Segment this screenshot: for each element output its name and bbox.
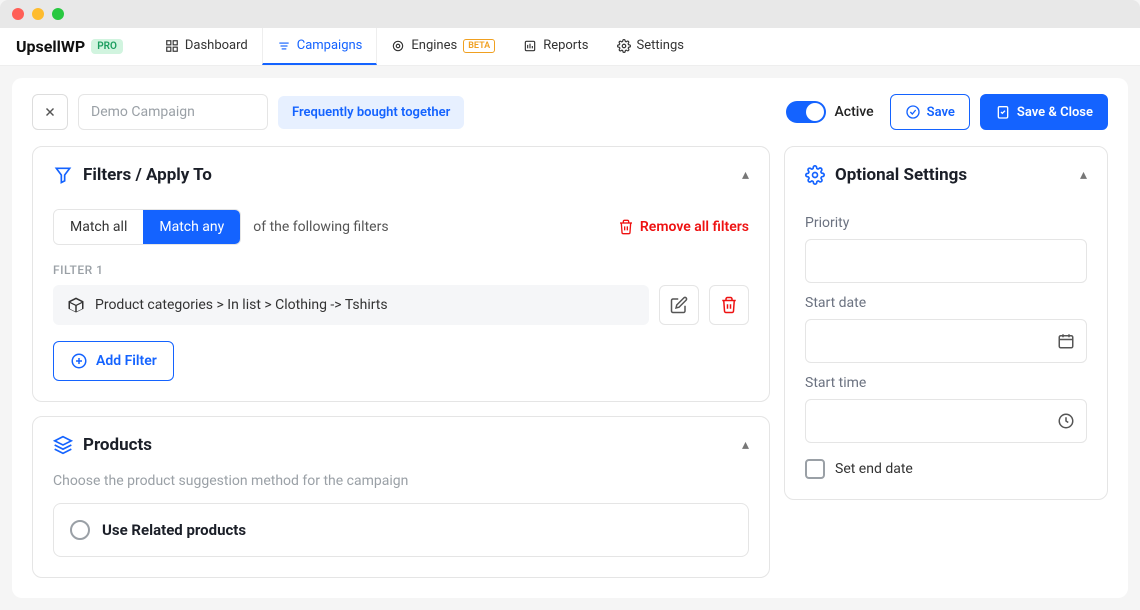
match-any-button[interactable]: Match any [143, 210, 240, 244]
delete-filter-button[interactable] [709, 285, 749, 325]
save-button-label: Save [927, 105, 955, 120]
clock-icon[interactable] [1057, 412, 1075, 430]
settings-gear-icon [617, 39, 631, 53]
nav-settings-label: Settings [637, 38, 684, 53]
add-filter-button[interactable]: Add Filter [53, 341, 174, 381]
start-date-input[interactable] [805, 319, 1087, 363]
products-card: Products ▴ Choose the product suggestion… [32, 416, 770, 578]
collapse-products[interactable]: ▴ [742, 437, 749, 453]
edit-filter-button[interactable] [659, 285, 699, 325]
traffic-minimize[interactable] [32, 8, 44, 20]
nav-reports-label: Reports [543, 38, 588, 53]
products-hint: Choose the product suggestion method for… [53, 473, 749, 489]
edit-icon [670, 296, 688, 314]
campaign-name-input[interactable] [78, 94, 268, 130]
radio-related-label: Use Related products [102, 521, 246, 539]
main-nav: Dashboard Campaigns Engines BETA Reports… [151, 28, 698, 65]
active-toggle-label: Active [834, 104, 873, 120]
filter-chip-text: Product categories > In list > Clothing … [95, 297, 388, 313]
filters-card: Filters / Apply To ▴ Match all Match any… [32, 146, 770, 402]
check-circle-icon [905, 104, 921, 120]
save-button[interactable]: Save [890, 94, 970, 130]
add-filter-label: Add Filter [96, 353, 157, 369]
nav-campaigns[interactable]: Campaigns [262, 28, 378, 65]
remove-all-filters[interactable]: Remove all filters [618, 219, 749, 235]
reports-icon [523, 39, 537, 53]
campaign-header: Frequently bought together Active Save S… [12, 78, 1128, 146]
remove-all-label: Remove all filters [640, 219, 749, 235]
nav-engines-label: Engines [411, 38, 457, 53]
active-toggle-wrap: Active [786, 101, 873, 123]
match-segmented: Match all Match any [53, 209, 241, 245]
filter-icon [53, 165, 73, 185]
priority-input[interactable] [805, 239, 1087, 283]
window-chrome [0, 0, 1140, 28]
brand-name: UpsellWP [16, 37, 85, 56]
pro-badge: PRO [91, 39, 123, 54]
filters-title: Filters / Apply To [83, 165, 732, 185]
traffic-close[interactable] [12, 8, 24, 20]
active-toggle[interactable] [786, 101, 826, 123]
priority-label: Priority [805, 215, 1087, 231]
engines-icon [391, 39, 405, 53]
nav-campaigns-label: Campaigns [297, 38, 363, 53]
trash-icon [618, 219, 634, 235]
clipboard-check-icon [995, 104, 1011, 120]
box-icon [67, 296, 85, 314]
close-icon [43, 105, 57, 119]
brand: UpsellWP PRO [16, 37, 123, 56]
package-icon [53, 435, 73, 455]
match-suffix-text: of the following filters [253, 219, 388, 235]
dashboard-icon [165, 39, 179, 53]
start-time-label: Start time [805, 375, 1087, 391]
filter-1-label: FILTER 1 [53, 263, 749, 277]
nav-dashboard[interactable]: Dashboard [151, 28, 262, 65]
start-time-input[interactable] [805, 399, 1087, 443]
filter-chip-1: Product categories > In list > Clothing … [53, 285, 649, 325]
plus-circle-icon [70, 352, 88, 370]
gear-icon [805, 165, 825, 185]
save-close-button[interactable]: Save & Close [980, 94, 1108, 130]
products-title: Products [83, 435, 732, 455]
nav-reports[interactable]: Reports [509, 28, 602, 65]
collapse-filters[interactable]: ▴ [742, 167, 749, 183]
topbar: UpsellWP PRO Dashboard Campaigns Engines… [0, 28, 1140, 66]
campaign-type-chip: Frequently bought together [278, 96, 464, 129]
nav-dashboard-label: Dashboard [185, 38, 248, 53]
optional-settings-card: Optional Settings ▴ Priority Start date [784, 146, 1108, 500]
radio-circle-icon [70, 520, 90, 540]
save-close-button-label: Save & Close [1017, 105, 1093, 120]
nav-engines[interactable]: Engines BETA [377, 28, 509, 65]
nav-settings[interactable]: Settings [603, 28, 698, 65]
calendar-icon[interactable] [1057, 332, 1075, 350]
radio-related-products[interactable]: Use Related products [53, 503, 749, 557]
optional-title: Optional Settings [835, 165, 1070, 185]
traffic-maximize[interactable] [52, 8, 64, 20]
set-end-date-checkbox[interactable] [805, 459, 825, 479]
match-all-button[interactable]: Match all [54, 210, 143, 244]
beta-badge: BETA [463, 39, 495, 53]
collapse-optional[interactable]: ▴ [1080, 167, 1087, 183]
close-button[interactable] [32, 94, 68, 130]
start-date-label: Start date [805, 295, 1087, 311]
set-end-date-label: Set end date [835, 461, 913, 477]
campaigns-icon [277, 39, 291, 53]
trash-icon [720, 296, 738, 314]
